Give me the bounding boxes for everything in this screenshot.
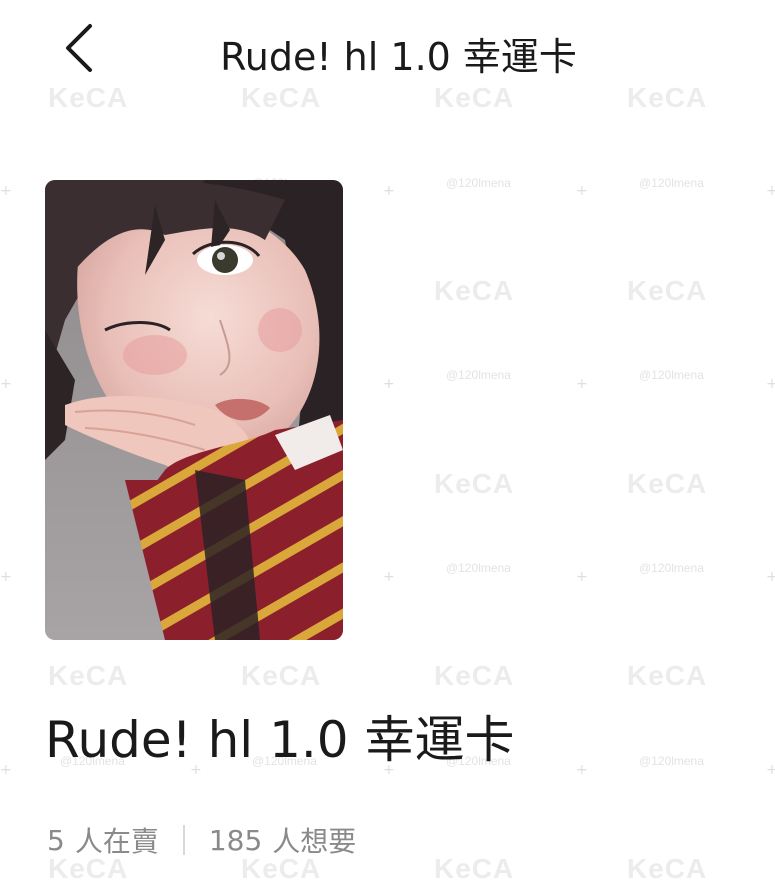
watermark-plus-icon: + xyxy=(766,762,775,778)
watermark-username: @120lmena xyxy=(639,176,704,190)
watermark-username: @120lmena xyxy=(639,561,704,575)
top-nav-bar: Rude! hl 1.0 幸運卡 xyxy=(0,0,775,100)
watermark-username: @120lmena xyxy=(446,368,511,382)
watermark-plus-icon: + xyxy=(766,376,775,392)
watermark-username: @120lmena xyxy=(639,754,704,768)
product-stats: 5 人在賣 185 人想要 xyxy=(47,820,356,860)
watermark-logo: KeCA xyxy=(48,660,129,691)
wanting-count: 185 xyxy=(208,823,263,857)
watermark-plus-icon: + xyxy=(576,376,588,392)
stats-divider xyxy=(182,825,185,855)
watermark-logo: KeCA xyxy=(627,853,708,884)
selling-count: 5 xyxy=(47,823,65,857)
watermark-plus-icon: + xyxy=(766,183,775,199)
product-title: Rude! hl 1.0 幸運卡 xyxy=(45,711,515,769)
watermark-plus-icon: + xyxy=(576,762,588,778)
watermark-plus-icon: + xyxy=(0,569,12,585)
photocard-photo xyxy=(45,180,343,640)
watermark-plus-icon: + xyxy=(0,376,12,392)
watermark-username: @120lmena xyxy=(639,368,704,382)
watermark-logo: KeCA xyxy=(627,660,708,691)
watermark-logo: KeCA xyxy=(627,468,708,499)
photocard-image[interactable] xyxy=(45,180,343,640)
wanting-label: 人想要 xyxy=(272,825,357,858)
selling-label: 人在賣 xyxy=(74,825,159,858)
watermark-logo: KeCA xyxy=(241,660,322,691)
watermark-plus-icon: + xyxy=(766,569,775,585)
watermark-plus-icon: + xyxy=(383,569,395,585)
watermark-logo: KeCA xyxy=(434,853,515,884)
watermark-username: @120lmena xyxy=(446,561,511,575)
page-title: Rude! hl 1.0 幸運卡 xyxy=(220,35,577,79)
watermark-logo: KeCA xyxy=(627,275,708,306)
watermark-plus-icon: + xyxy=(383,376,395,392)
watermark-plus-icon: + xyxy=(0,183,12,199)
watermark-plus-icon: + xyxy=(576,183,588,199)
watermark-logo: KeCA xyxy=(434,660,515,691)
watermark-plus-icon: + xyxy=(576,569,588,585)
watermark-plus-icon: + xyxy=(383,183,395,199)
watermark-logo: KeCA xyxy=(434,275,515,306)
watermark-plus-icon: + xyxy=(0,762,12,778)
watermark-username: @120lmena xyxy=(446,176,511,190)
watermark-logo: KeCA xyxy=(434,468,515,499)
